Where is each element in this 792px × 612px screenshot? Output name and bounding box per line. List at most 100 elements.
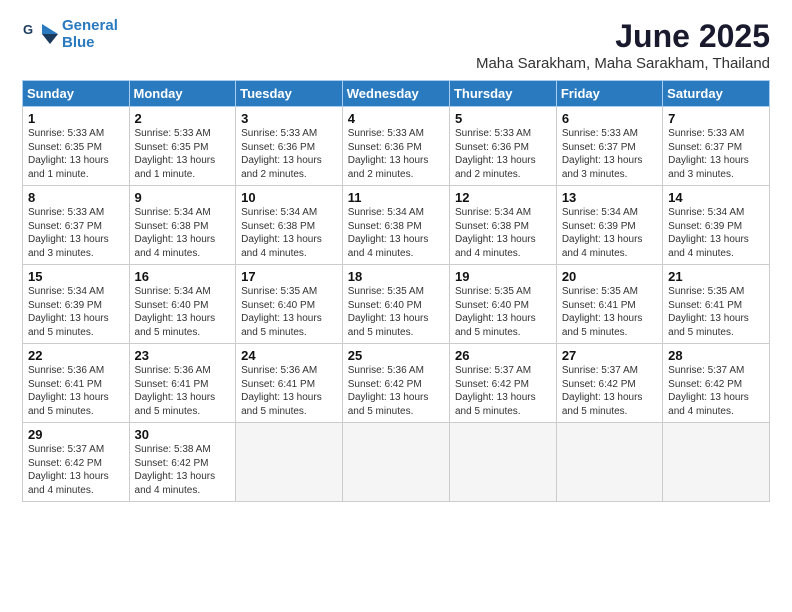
day-number: 10 (241, 190, 337, 205)
calendar-cell: 14Sunrise: 5:34 AM Sunset: 6:39 PM Dayli… (663, 186, 770, 265)
header: G General Blue June 2025 Maha Sarakham, … (22, 18, 770, 72)
calendar-cell: 9Sunrise: 5:34 AM Sunset: 6:38 PM Daylig… (129, 186, 236, 265)
logo-icon: G (22, 20, 60, 50)
page: G General Blue June 2025 Maha Sarakham, … (0, 0, 792, 612)
calendar-cell: 13Sunrise: 5:34 AM Sunset: 6:39 PM Dayli… (556, 186, 662, 265)
day-detail: Sunrise: 5:34 AM Sunset: 6:39 PM Dayligh… (562, 206, 657, 260)
calendar-cell: 28Sunrise: 5:37 AM Sunset: 6:42 PM Dayli… (663, 344, 770, 423)
location-title: Maha Sarakham, Maha Sarakham, Thailand (476, 55, 770, 72)
svg-text:G: G (23, 22, 33, 37)
calendar-cell: 8Sunrise: 5:33 AM Sunset: 6:37 PM Daylig… (23, 186, 130, 265)
day-number: 7 (668, 111, 764, 126)
calendar-cell: 10Sunrise: 5:34 AM Sunset: 6:38 PM Dayli… (236, 186, 343, 265)
day-detail: Sunrise: 5:37 AM Sunset: 6:42 PM Dayligh… (562, 364, 657, 418)
day-detail: Sunrise: 5:35 AM Sunset: 6:40 PM Dayligh… (241, 285, 337, 339)
calendar-cell: 27Sunrise: 5:37 AM Sunset: 6:42 PM Dayli… (556, 344, 662, 423)
day-detail: Sunrise: 5:33 AM Sunset: 6:37 PM Dayligh… (28, 206, 124, 260)
day-number: 25 (348, 348, 444, 363)
week-row-5: 29Sunrise: 5:37 AM Sunset: 6:42 PM Dayli… (23, 423, 770, 502)
day-number: 14 (668, 190, 764, 205)
day-detail: Sunrise: 5:34 AM Sunset: 6:38 PM Dayligh… (455, 206, 551, 260)
day-number: 26 (455, 348, 551, 363)
day-number: 5 (455, 111, 551, 126)
day-detail: Sunrise: 5:34 AM Sunset: 6:38 PM Dayligh… (348, 206, 444, 260)
logo: G General Blue (22, 18, 118, 51)
day-detail: Sunrise: 5:34 AM Sunset: 6:40 PM Dayligh… (135, 285, 231, 339)
week-row-1: 1Sunrise: 5:33 AM Sunset: 6:35 PM Daylig… (23, 107, 770, 186)
day-number: 19 (455, 269, 551, 284)
day-number: 22 (28, 348, 124, 363)
day-detail: Sunrise: 5:33 AM Sunset: 6:35 PM Dayligh… (28, 127, 124, 181)
day-detail: Sunrise: 5:35 AM Sunset: 6:40 PM Dayligh… (348, 285, 444, 339)
day-detail: Sunrise: 5:37 AM Sunset: 6:42 PM Dayligh… (28, 443, 124, 497)
day-detail: Sunrise: 5:35 AM Sunset: 6:41 PM Dayligh… (668, 285, 764, 339)
calendar-cell: 21Sunrise: 5:35 AM Sunset: 6:41 PM Dayli… (663, 265, 770, 344)
day-detail: Sunrise: 5:34 AM Sunset: 6:39 PM Dayligh… (668, 206, 764, 260)
calendar-cell (556, 423, 662, 502)
day-number: 13 (562, 190, 657, 205)
day-detail: Sunrise: 5:33 AM Sunset: 6:36 PM Dayligh… (241, 127, 337, 181)
calendar-table: SundayMondayTuesdayWednesdayThursdayFrid… (22, 80, 770, 502)
calendar-cell: 24Sunrise: 5:36 AM Sunset: 6:41 PM Dayli… (236, 344, 343, 423)
col-header-thursday: Thursday (449, 81, 556, 107)
calendar-cell (449, 423, 556, 502)
day-detail: Sunrise: 5:33 AM Sunset: 6:37 PM Dayligh… (668, 127, 764, 181)
day-number: 29 (28, 427, 124, 442)
day-detail: Sunrise: 5:33 AM Sunset: 6:37 PM Dayligh… (562, 127, 657, 181)
col-header-saturday: Saturday (663, 81, 770, 107)
day-number: 8 (28, 190, 124, 205)
calendar-cell: 23Sunrise: 5:36 AM Sunset: 6:41 PM Dayli… (129, 344, 236, 423)
col-header-friday: Friday (556, 81, 662, 107)
day-detail: Sunrise: 5:33 AM Sunset: 6:36 PM Dayligh… (348, 127, 444, 181)
day-number: 20 (562, 269, 657, 284)
day-detail: Sunrise: 5:34 AM Sunset: 6:38 PM Dayligh… (135, 206, 231, 260)
calendar-cell: 1Sunrise: 5:33 AM Sunset: 6:35 PM Daylig… (23, 107, 130, 186)
calendar-cell: 12Sunrise: 5:34 AM Sunset: 6:38 PM Dayli… (449, 186, 556, 265)
week-row-4: 22Sunrise: 5:36 AM Sunset: 6:41 PM Dayli… (23, 344, 770, 423)
day-number: 11 (348, 190, 444, 205)
calendar-cell: 3Sunrise: 5:33 AM Sunset: 6:36 PM Daylig… (236, 107, 343, 186)
calendar-cell: 6Sunrise: 5:33 AM Sunset: 6:37 PM Daylig… (556, 107, 662, 186)
week-row-2: 8Sunrise: 5:33 AM Sunset: 6:37 PM Daylig… (23, 186, 770, 265)
day-detail: Sunrise: 5:34 AM Sunset: 6:39 PM Dayligh… (28, 285, 124, 339)
calendar-cell: 19Sunrise: 5:35 AM Sunset: 6:40 PM Dayli… (449, 265, 556, 344)
day-number: 4 (348, 111, 444, 126)
day-number: 21 (668, 269, 764, 284)
calendar-cell: 5Sunrise: 5:33 AM Sunset: 6:36 PM Daylig… (449, 107, 556, 186)
calendar-cell (342, 423, 449, 502)
col-header-sunday: Sunday (23, 81, 130, 107)
month-title: June 2025 (476, 18, 770, 55)
day-number: 27 (562, 348, 657, 363)
calendar-cell: 18Sunrise: 5:35 AM Sunset: 6:40 PM Dayli… (342, 265, 449, 344)
day-detail: Sunrise: 5:33 AM Sunset: 6:36 PM Dayligh… (455, 127, 551, 181)
day-number: 28 (668, 348, 764, 363)
calendar-cell (236, 423, 343, 502)
day-number: 18 (348, 269, 444, 284)
day-number: 1 (28, 111, 124, 126)
week-row-3: 15Sunrise: 5:34 AM Sunset: 6:39 PM Dayli… (23, 265, 770, 344)
day-number: 2 (135, 111, 231, 126)
calendar-cell: 22Sunrise: 5:36 AM Sunset: 6:41 PM Dayli… (23, 344, 130, 423)
day-detail: Sunrise: 5:33 AM Sunset: 6:35 PM Dayligh… (135, 127, 231, 181)
header-row: SundayMondayTuesdayWednesdayThursdayFrid… (23, 81, 770, 107)
day-number: 15 (28, 269, 124, 284)
logo-line2: Blue (62, 34, 95, 51)
col-header-monday: Monday (129, 81, 236, 107)
col-header-wednesday: Wednesday (342, 81, 449, 107)
logo-line1: General (62, 17, 118, 34)
calendar-cell (663, 423, 770, 502)
day-detail: Sunrise: 5:37 AM Sunset: 6:42 PM Dayligh… (455, 364, 551, 418)
calendar-cell: 15Sunrise: 5:34 AM Sunset: 6:39 PM Dayli… (23, 265, 130, 344)
day-number: 3 (241, 111, 337, 126)
calendar-cell: 29Sunrise: 5:37 AM Sunset: 6:42 PM Dayli… (23, 423, 130, 502)
calendar-cell: 16Sunrise: 5:34 AM Sunset: 6:40 PM Dayli… (129, 265, 236, 344)
day-number: 9 (135, 190, 231, 205)
day-detail: Sunrise: 5:38 AM Sunset: 6:42 PM Dayligh… (135, 443, 231, 497)
col-header-tuesday: Tuesday (236, 81, 343, 107)
calendar-cell: 11Sunrise: 5:34 AM Sunset: 6:38 PM Dayli… (342, 186, 449, 265)
day-detail: Sunrise: 5:37 AM Sunset: 6:42 PM Dayligh… (668, 364, 764, 418)
day-number: 12 (455, 190, 551, 205)
day-detail: Sunrise: 5:34 AM Sunset: 6:38 PM Dayligh… (241, 206, 337, 260)
day-number: 17 (241, 269, 337, 284)
calendar-cell: 2Sunrise: 5:33 AM Sunset: 6:35 PM Daylig… (129, 107, 236, 186)
